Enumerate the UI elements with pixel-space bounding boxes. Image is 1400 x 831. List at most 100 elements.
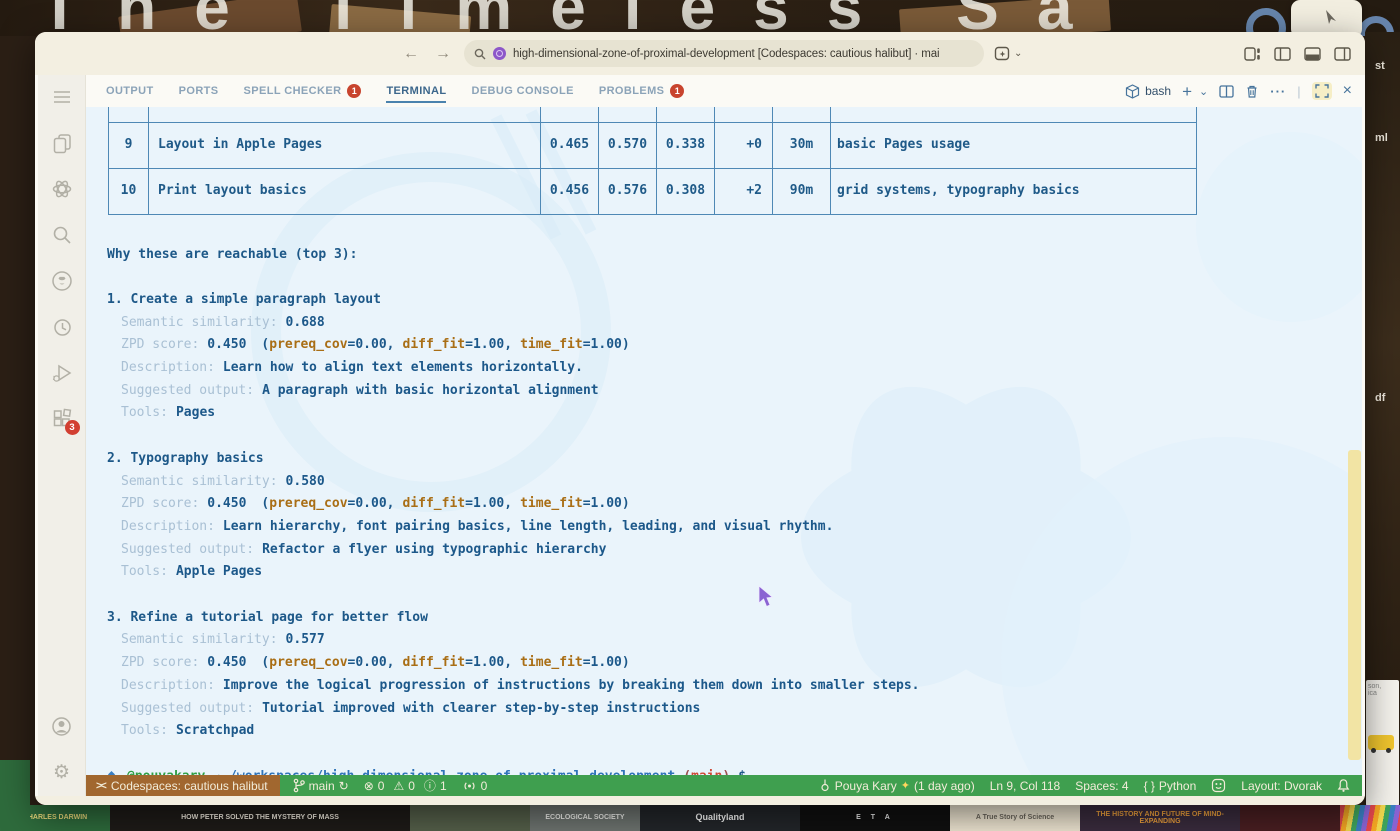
prompt-dollar: $ (738, 766, 746, 775)
shell-selector[interactable]: bash (1125, 84, 1171, 99)
terminal-view[interactable]: 9 Layout in Apple Pages 0.465 0.570 0.33… (86, 107, 1362, 775)
zpd-score-line: ZPD score:0.450(prereq_cov=0.00,diff_fit… (107, 334, 1362, 357)
split-terminal-button[interactable] (1219, 85, 1234, 98)
ports-count: 0 (481, 779, 488, 793)
semantic-similarity-line: Semantic similarity:0.577 (107, 629, 1362, 652)
address-bar[interactable]: high-dimensional-zone-of-proximal-develo… (464, 40, 984, 67)
run-debug-icon[interactable] (50, 361, 74, 385)
git-blame-indicator[interactable]: Pouya Kary ✦ (1 day ago) (819, 778, 975, 793)
tab-terminal[interactable]: TERMINAL (386, 77, 446, 105)
back-button[interactable]: ← (403, 45, 419, 63)
new-terminal-button[interactable]: + (1182, 83, 1192, 100)
remote-indicator[interactable]: >< Codespaces: cautious halibut (86, 775, 280, 796)
toggle-panel-button[interactable] (1304, 47, 1321, 61)
cursor-position-indicator[interactable]: Ln 9, Col 118 (990, 779, 1061, 793)
feedback-smiley-button[interactable] (1211, 778, 1226, 793)
bell-icon (1337, 778, 1350, 793)
maximize-panel-button[interactable] (1312, 82, 1332, 100)
tab-compose-icon (994, 45, 1011, 62)
table-row: 9 Layout in Apple Pages 0.465 0.570 0.33… (109, 122, 1197, 168)
remote-label: Codespaces: cautious halibut (111, 779, 268, 793)
github-icon[interactable] (50, 269, 74, 293)
extensions-icon[interactable]: 3 (50, 407, 74, 431)
history-icon[interactable] (50, 315, 74, 339)
tab-problems[interactable]: PROBLEMS1 (599, 76, 685, 106)
terminal-scrollbar-thumb[interactable] (1348, 450, 1361, 760)
semantic-similarity-line: Semantic similarity:0.580 (107, 471, 1362, 494)
divider: | (1297, 84, 1300, 99)
reachable-lessons-table: 9 Layout in Apple Pages 0.465 0.570 0.33… (108, 107, 1197, 215)
problems-badge: 1 (670, 84, 684, 98)
sync-icon[interactable]: ↻ (339, 779, 349, 793)
more-actions-button[interactable]: ··· (1270, 84, 1286, 99)
chevron-down-icon[interactable]: ⌄ (1014, 48, 1022, 59)
notifications-button[interactable] (1337, 778, 1350, 793)
error-count: 0 (378, 779, 385, 793)
tools-line: Tools:Scratchpad (107, 720, 1362, 743)
problems-indicator[interactable]: ⊗ 0 ⚠ 0 ⓘ 1 (364, 777, 447, 794)
suggested-output-line: Suggested output:Refactor a flyer using … (107, 539, 1362, 562)
language-indicator[interactable]: { } Python (1144, 779, 1197, 793)
close-panel-button[interactable]: × (1343, 83, 1352, 99)
window-bottom-frame (35, 796, 1365, 805)
school-bus-illustration (1368, 735, 1394, 750)
warning-icon: ⚠ (393, 779, 404, 793)
ports-indicator[interactable]: 0 (462, 779, 488, 793)
book-spine-text: ml (1375, 132, 1388, 144)
shell-prompt[interactable]: @pouyakary → /workspaces/high-dimensiona… (107, 766, 1362, 775)
rainbow-pencils (1340, 805, 1400, 831)
desktop-background-top: The Timeless Sa (0, 0, 1400, 36)
bash-terminal-icon (1125, 84, 1140, 99)
prompt-sparkle-icon (107, 770, 121, 775)
tab-spell-checker[interactable]: SPELL CHECKER1 (244, 76, 362, 106)
semantic-similarity-line: Semantic similarity:0.688 (107, 312, 1362, 335)
info-icon: ⓘ (424, 777, 436, 794)
account-icon[interactable] (50, 714, 74, 738)
new-tab-button[interactable]: ⌄ (994, 45, 1022, 62)
customize-layout-button[interactable] (1244, 47, 1261, 61)
description-line: Description:Learn how to align text elem… (107, 357, 1362, 380)
tab-ports[interactable]: PORTS (179, 77, 219, 105)
prompt-path: /workspaces/high-dimensional-zone-of-pro… (229, 766, 675, 775)
git-branch-icon (293, 778, 305, 793)
book-block: A True Story of Science (950, 805, 1080, 831)
keyboard-layout-indicator[interactable]: Layout: Dvorak (1241, 779, 1322, 793)
tools-line: Tools:Apple Pages (107, 561, 1362, 584)
browser-titlebar: ← → high-dimensional-zone-of-proximal-de… (35, 32, 1365, 75)
gear-icon[interactable]: ⚙ (50, 760, 74, 784)
indentation-indicator[interactable]: Spaces: 4 (1075, 779, 1128, 793)
tab-debug-console[interactable]: DEBUG CONSOLE (471, 77, 573, 105)
search-icon[interactable] (50, 223, 74, 247)
terminal-profile-dropdown[interactable]: ⌄ (1199, 85, 1208, 98)
branch-indicator[interactable]: main ↻ (293, 778, 349, 793)
openai-chat-icon[interactable] (50, 177, 74, 201)
book-block: HOW PETER SOLVED THE MYSTERY OF MASS (110, 805, 410, 831)
status-bar: >< Codespaces: cautious halibut main ↻ (86, 775, 1362, 796)
reachable-item-2: 2. Typography basics Semantic similarity… (107, 448, 1362, 584)
info-count: 1 (440, 779, 447, 793)
mouse-cursor (758, 585, 776, 609)
prompt-user: @pouyakary (127, 766, 205, 775)
background-photo-title: The Timeless Sa (40, 0, 1110, 36)
book-block: ECOLOGICAL SOCIETY (530, 805, 640, 831)
smiley-icon (1211, 778, 1226, 793)
forward-button[interactable]: → (435, 45, 451, 63)
explorer-icon[interactable] (50, 131, 74, 155)
book-block (410, 805, 530, 831)
reachable-item-3: 3. Refine a tutorial page for better flo… (107, 607, 1362, 743)
tab-output[interactable]: OUTPUT (106, 77, 154, 105)
prompt-branch: main (691, 766, 722, 775)
toggle-secondary-sidebar-button[interactable] (1334, 47, 1351, 61)
kill-terminal-button[interactable] (1245, 84, 1259, 99)
status-left: main ↻ ⊗ 0 ⚠ 0 ⓘ 1 (280, 775, 488, 796)
sparkle-icon: ✦ (901, 779, 910, 792)
toggle-primary-sidebar-button[interactable] (1274, 47, 1291, 61)
book-cover-text: ica (1368, 690, 1397, 697)
commit-icon (819, 778, 831, 793)
menu-button[interactable] (50, 85, 74, 109)
reachable-item-1: 1. Create a simple paragraph layout Sema… (107, 289, 1362, 425)
braces-icon: { } (1144, 779, 1155, 793)
address-text: high-dimensional-zone-of-proximal-develo… (513, 48, 939, 60)
prompt-paren: ) (722, 766, 730, 775)
item-title: 1. Create a simple paragraph layout (107, 289, 1362, 312)
